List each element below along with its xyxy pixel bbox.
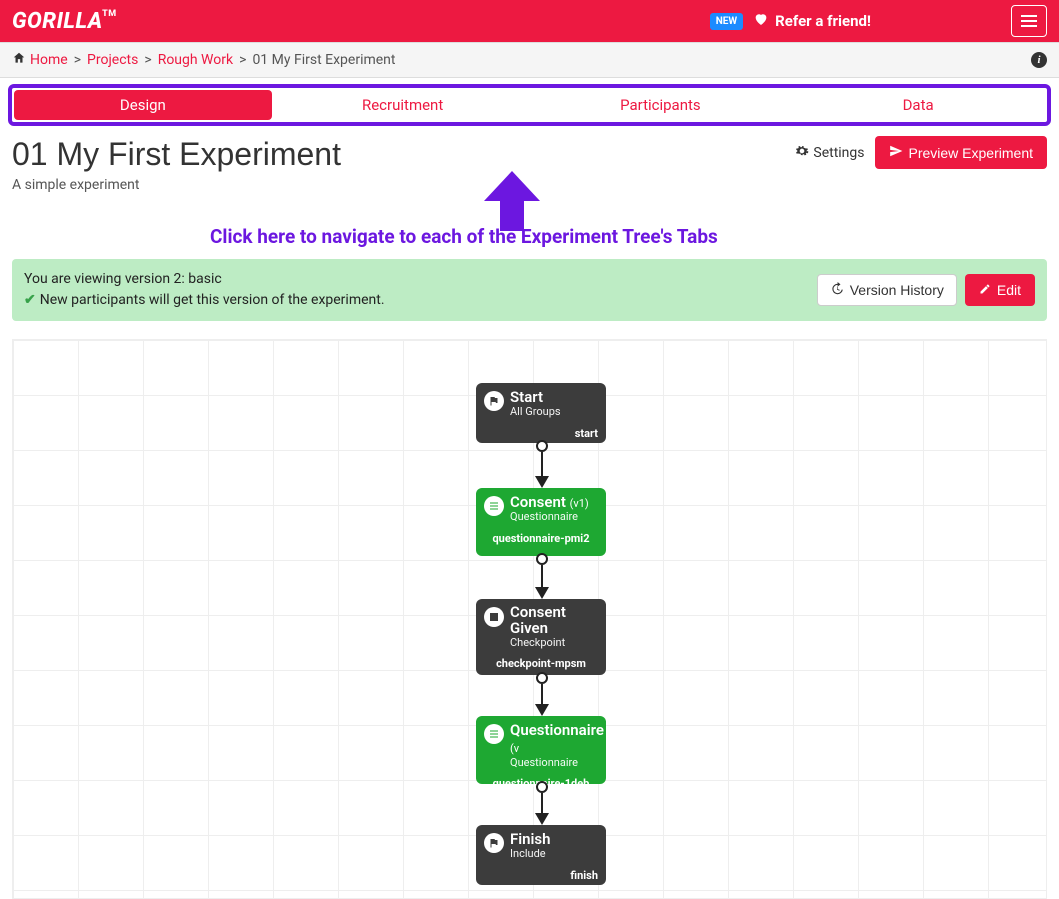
port[interactable]	[536, 440, 548, 452]
node-start-slug: start	[484, 427, 598, 440]
tab-recruitment[interactable]: Recruitment	[274, 88, 532, 122]
list-icon	[484, 496, 504, 516]
breadcrumb-current: 01 My First Experiment	[252, 52, 395, 68]
version-banner: You are viewing version 2: basic ✔New pa…	[12, 259, 1047, 321]
edit-label: Edit	[997, 282, 1021, 298]
title-row: 01 My First Experiment Settings Preview …	[0, 126, 1059, 173]
version-history-label: Version History	[850, 282, 944, 298]
node-finish-slug: finish	[484, 869, 598, 882]
edit-button[interactable]: Edit	[965, 274, 1035, 306]
pencil-icon	[979, 282, 991, 298]
node-consent-title: Consent	[510, 493, 566, 511]
brand-logo[interactable]: GORILLA TM	[12, 9, 103, 34]
arrowhead-icon	[535, 476, 549, 488]
flag-icon	[484, 833, 504, 853]
refer-friend-link[interactable]: Refer a friend!	[753, 11, 871, 31]
breadcrumb-projects[interactable]: Projects	[87, 52, 138, 68]
connector	[541, 452, 543, 476]
check-icon: ✔	[24, 292, 36, 308]
list-icon	[484, 724, 504, 744]
checkbox-icon	[484, 607, 504, 627]
node-questionnaire-ver: (v	[510, 742, 519, 755]
brand-tm: TM	[102, 9, 117, 19]
brand-text: GORILLA	[12, 9, 103, 34]
annotation: Click here to navigate to each of the Ex…	[0, 201, 1059, 259]
node-consent[interactable]: Consent (v1) Questionnaire questionnaire…	[476, 488, 606, 556]
port[interactable]	[536, 781, 548, 793]
node-start[interactable]: Start All Groups start	[476, 383, 606, 443]
history-icon	[830, 282, 844, 299]
port[interactable]	[536, 553, 548, 565]
paper-plane-icon	[889, 144, 903, 161]
node-start-sub: All Groups	[510, 406, 561, 419]
connector	[541, 793, 543, 813]
experiment-canvas[interactable]: Start All Groups start Consent (v1) Ques…	[12, 339, 1047, 899]
preview-experiment-button[interactable]: Preview Experiment	[875, 136, 1048, 169]
gear-icon	[795, 144, 809, 162]
node-consent-given-sub: Checkpoint	[510, 637, 598, 650]
menu-button[interactable]	[1011, 5, 1047, 37]
annotation-text: Click here to navigate to each of the Ex…	[210, 225, 718, 248]
node-consent-given-slug: checkpoint-mpsm	[484, 657, 598, 670]
settings-label: Settings	[813, 145, 864, 161]
topbar: GORILLA TM NEW Refer a friend!	[0, 0, 1059, 42]
node-consent-given-title: Consent Given	[510, 605, 598, 637]
arrowhead-icon	[535, 813, 549, 825]
node-consent-ver: (v1)	[570, 497, 589, 510]
flag-icon	[484, 391, 504, 411]
page-title: 01 My First Experiment	[12, 136, 341, 173]
home-icon	[12, 51, 26, 69]
port[interactable]	[536, 672, 548, 684]
version-line1: You are viewing version 2: basic	[24, 269, 385, 290]
breadcrumb-folder[interactable]: Rough Work	[158, 52, 233, 68]
preview-label: Preview Experiment	[909, 145, 1034, 161]
tab-data[interactable]: Data	[789, 88, 1047, 122]
breadcrumb-home[interactable]: Home	[30, 52, 68, 68]
node-finish[interactable]: Finish Include finish	[476, 825, 606, 885]
node-start-title: Start	[510, 389, 561, 406]
version-history-button[interactable]: Version History	[817, 274, 957, 306]
node-consent-given[interactable]: Consent Given Checkpoint checkpoint-mpsm	[476, 599, 606, 675]
node-finish-title: Finish	[510, 831, 551, 848]
node-questionnaire[interactable]: Questionnaire (v Questionnaire questionn…	[476, 716, 606, 784]
info-icon[interactable]: i	[1031, 52, 1047, 68]
arrowhead-icon	[535, 587, 549, 599]
connector	[541, 565, 543, 587]
settings-link[interactable]: Settings	[795, 144, 864, 162]
connector	[541, 684, 543, 704]
heart-icon	[753, 11, 769, 31]
node-questionnaire-title: Questionnaire	[510, 721, 604, 739]
tab-participants[interactable]: Participants	[532, 88, 790, 122]
arrowhead-icon	[535, 704, 549, 716]
new-badge: NEW	[710, 13, 743, 30]
node-consent-sub: Questionnaire	[510, 511, 589, 524]
version-line2: New participants will get this version o…	[40, 292, 385, 308]
hamburger-icon	[1021, 15, 1037, 27]
tab-design[interactable]: Design	[14, 90, 272, 120]
node-consent-slug: questionnaire-pmi2	[484, 532, 598, 545]
node-finish-sub: Include	[510, 848, 551, 861]
node-questionnaire-sub: Questionnaire	[510, 757, 604, 770]
breadcrumb: Home > Projects > Rough Work > 01 My Fir…	[0, 42, 1059, 78]
refer-label: Refer a friend!	[775, 12, 871, 30]
tab-row: Design Recruitment Participants Data	[8, 84, 1051, 126]
